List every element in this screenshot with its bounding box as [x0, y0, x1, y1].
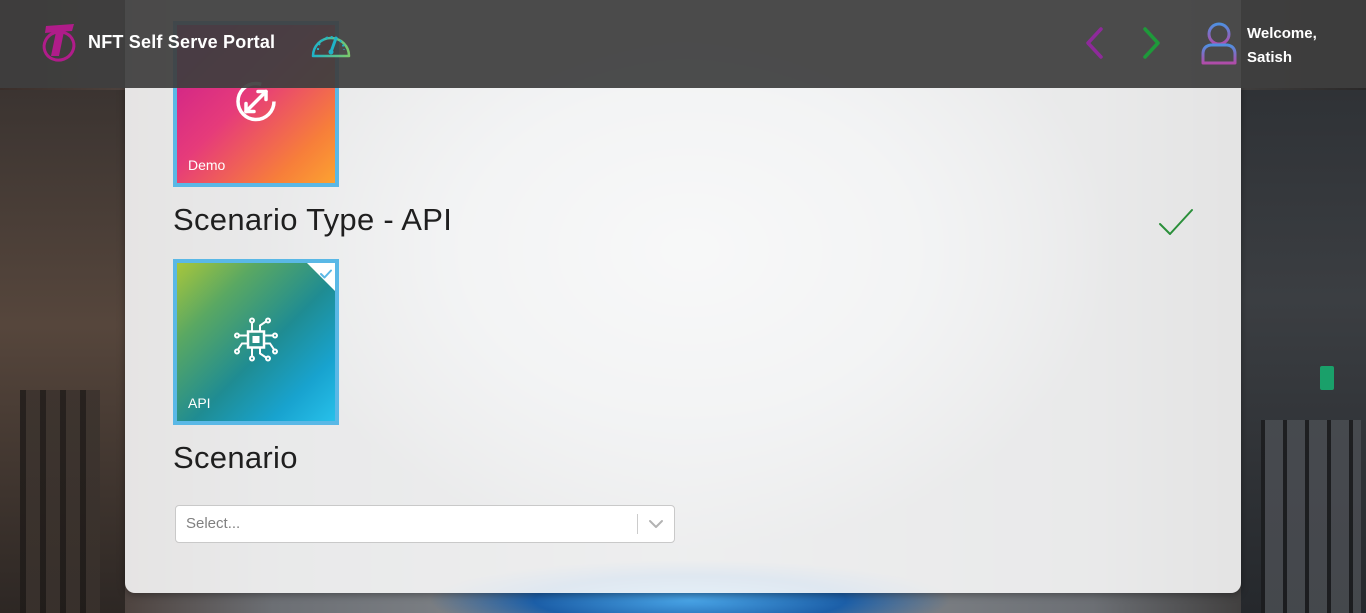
selected-check-icon	[320, 266, 332, 279]
top-bar: NFT Self Serve Portal Welcome, Satish	[0, 0, 1366, 88]
scenario-heading: Scenario	[173, 440, 298, 475]
background-left-wall	[0, 90, 125, 613]
chevron-left-icon[interactable]	[1080, 25, 1110, 61]
welcome-greeting: Welcome,	[1247, 25, 1317, 42]
scenario-select-placeholder: Select...	[186, 515, 241, 532]
speedometer-icon[interactable]	[308, 26, 354, 60]
checkmark-icon	[1156, 206, 1196, 238]
tile-api[interactable]: API	[173, 259, 339, 425]
background-right-wall	[1241, 90, 1366, 613]
user-name: Satish	[1247, 49, 1293, 66]
exit-sign	[1320, 366, 1334, 390]
telstra-logo-icon[interactable]	[40, 20, 80, 64]
chevron-right-icon[interactable]	[1136, 25, 1166, 61]
circuit-chip-icon	[233, 317, 279, 368]
scenario-type-heading: Scenario Type - API	[173, 202, 453, 237]
user-icon[interactable]	[1198, 20, 1240, 66]
tile-api-label: API	[188, 395, 211, 411]
chevron-down-icon[interactable]	[647, 517, 665, 531]
welcome-text: Welcome, Satish	[1247, 22, 1317, 70]
scenario-select[interactable]: Select...	[175, 505, 675, 543]
tile-demo-label: Demo	[188, 157, 226, 173]
app-title: NFT Self Serve Portal	[88, 32, 276, 52]
select-separator	[637, 514, 638, 534]
